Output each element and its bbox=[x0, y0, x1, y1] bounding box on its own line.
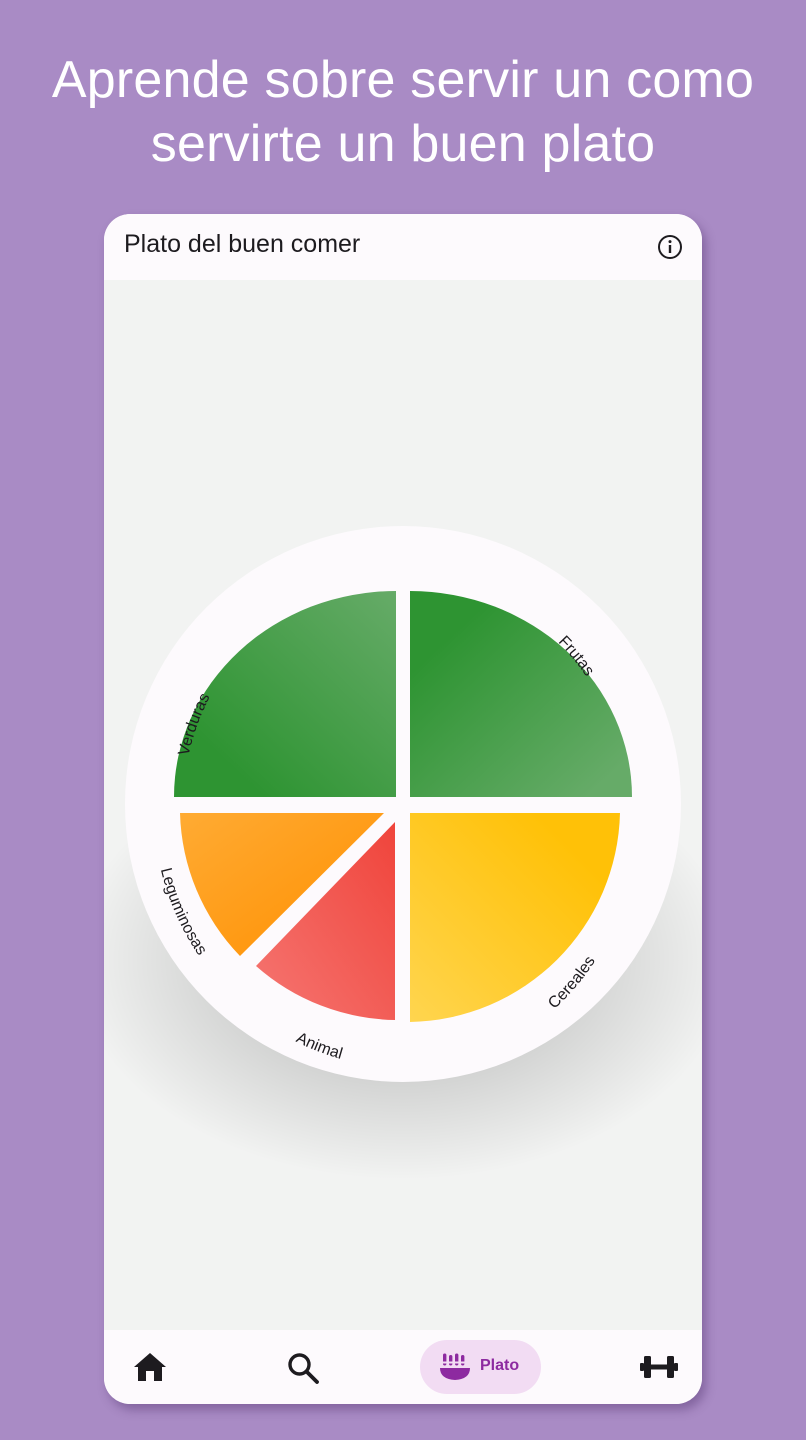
plate-graphic: Verduras Frutas Leguminosas Animal Cerea… bbox=[104, 526, 702, 1180]
plate-icon bbox=[440, 1353, 470, 1380]
home-icon[interactable] bbox=[132, 1350, 168, 1384]
nav-plato-label: Plato bbox=[480, 1357, 520, 1374]
promo-line-2: servirte un buen plato bbox=[150, 115, 656, 173]
page-title: Plato del buen comer bbox=[124, 230, 361, 258]
app-bar: Plato del buen comer bbox=[104, 214, 702, 280]
nav-plato-tab[interactable]: Plato bbox=[420, 1340, 541, 1394]
info-icon[interactable] bbox=[656, 233, 684, 261]
promo-headline: Aprende sobre servir un como servirte un… bbox=[0, 48, 806, 176]
plate-rim bbox=[125, 526, 681, 1082]
search-icon[interactable] bbox=[286, 1351, 320, 1385]
promo-line-1: Aprende sobre servir un como bbox=[51, 51, 755, 109]
bottom-navigation: Plato bbox=[104, 1330, 702, 1404]
plate-content: Verduras Frutas Leguminosas Animal Cerea… bbox=[104, 280, 702, 1330]
phone-screen: Plato del buen comer Verduras Frutas Leg… bbox=[104, 214, 702, 1404]
dumbbell-icon[interactable] bbox=[640, 1353, 678, 1381]
